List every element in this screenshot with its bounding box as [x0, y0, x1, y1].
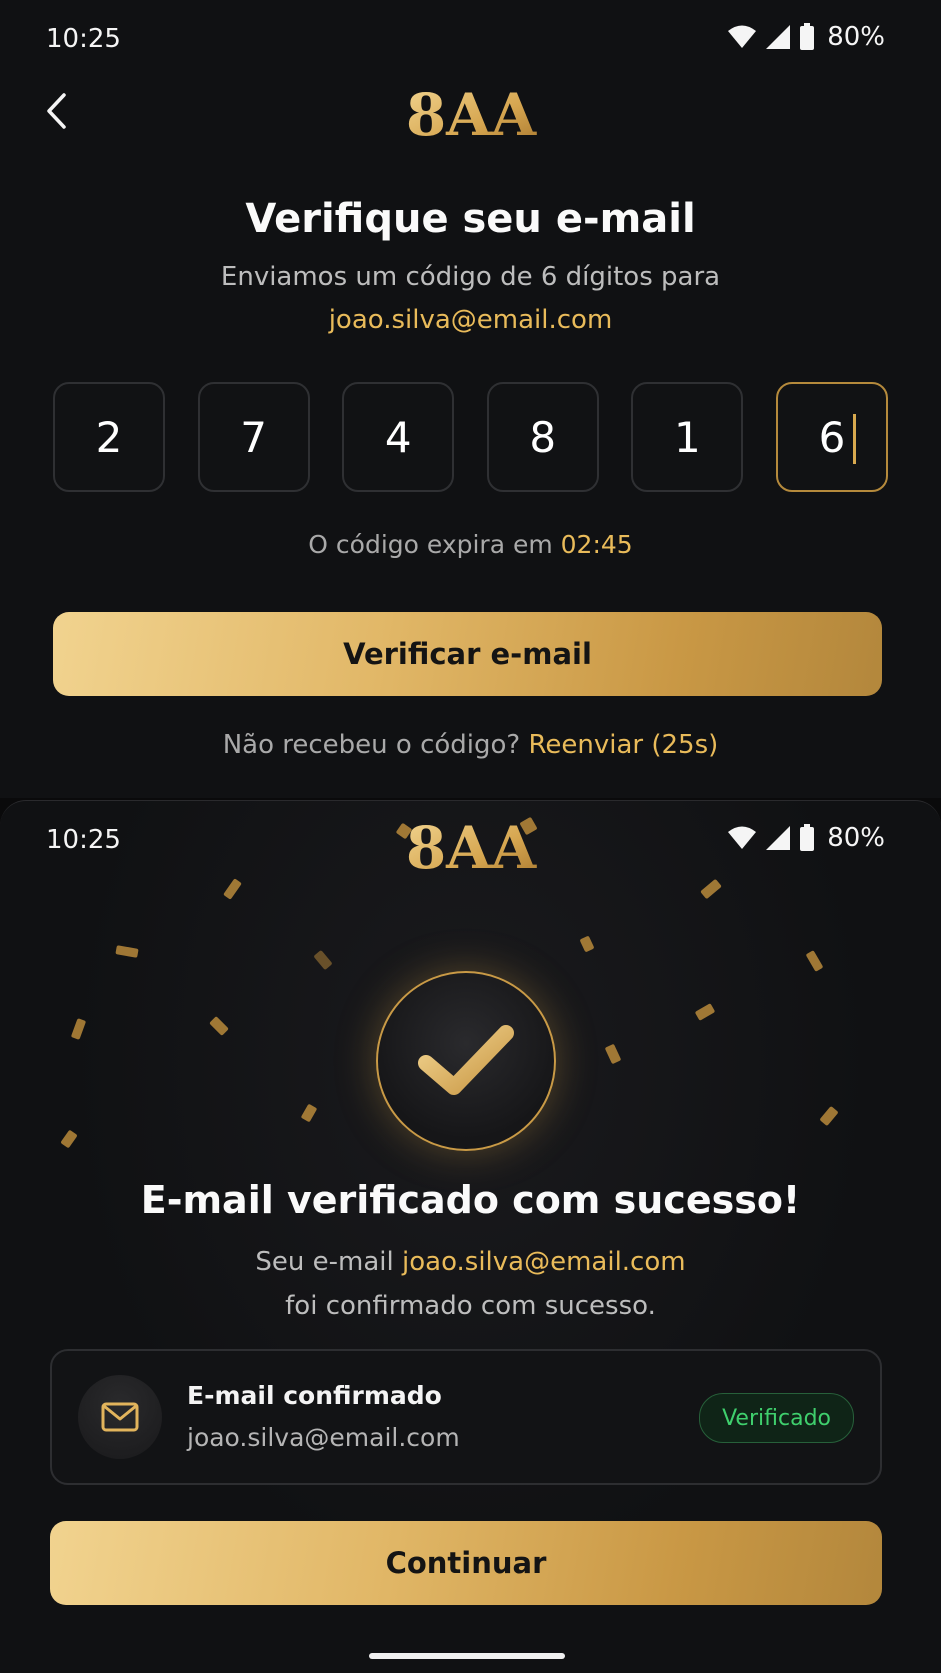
otp-digit-1[interactable]: 2: [53, 382, 165, 492]
expiry-text: O código expira em 02:45: [0, 530, 941, 559]
confetti-piece: [300, 1103, 318, 1123]
status-bar: 10:25 80%: [0, 0, 941, 80]
verify-email-screen: 10:25 80% 8AA Verifique seu e-mail Envia…: [0, 0, 941, 798]
continue-button[interactable]: Continuar: [50, 1521, 882, 1605]
brand-logo: 8AA: [405, 81, 536, 144]
resend-prompt: Não recebeu o código?: [222, 730, 521, 760]
signal-icon: [766, 25, 791, 49]
message-prefix: Seu e-mail: [255, 1247, 394, 1277]
otp-input-group: 2 7 4 8 1 6: [53, 382, 888, 492]
text-caret: [852, 414, 856, 464]
otp-digit-3[interactable]: 4: [342, 382, 455, 492]
status-time: 10:25: [46, 825, 121, 855]
status-badge: Verificado: [699, 1393, 854, 1443]
battery-percent: 80%: [827, 22, 885, 52]
checkmark-icon: [418, 1025, 514, 1095]
brand-logo: 8AA: [405, 814, 536, 877]
confetti-piece: [70, 1018, 87, 1040]
mail-icon-wrap: [78, 1375, 162, 1459]
success-badge: [376, 971, 556, 1151]
confetti-piece: [805, 950, 824, 972]
card-title: E-mail confirmado: [187, 1381, 442, 1410]
success-message-line2: foi confirmado com sucesso.: [285, 1291, 656, 1321]
otp-digit-5[interactable]: 1: [631, 382, 744, 492]
confetti-piece: [209, 1016, 229, 1036]
battery-icon: [800, 824, 815, 851]
signal-icon: [766, 826, 791, 850]
success-message-line1: Seu e-mail joao.silva@email.com: [0, 1247, 941, 1277]
email-verified-screen: 10:25 80% 8AA E-mail verificado com suce…: [0, 800, 941, 1673]
status-icons: 80%: [727, 823, 885, 853]
confetti-piece: [604, 1043, 622, 1065]
confetti-piece: [313, 949, 333, 971]
wifi-icon: [728, 25, 757, 48]
page-subtitle: Enviamos um código de 6 dígitos para: [220, 262, 721, 292]
confetti-piece: [579, 935, 595, 953]
confetti-piece: [223, 878, 242, 900]
otp-digit-6[interactable]: 6: [775, 382, 888, 492]
wifi-icon: [728, 826, 757, 849]
card-email: joao.silva@email.com: [187, 1423, 460, 1452]
confetti-piece: [115, 945, 139, 958]
confetti-piece: [694, 1003, 716, 1021]
resend-row: Não recebeu o código? Reenviar (25s): [0, 730, 941, 760]
confetti-piece: [700, 878, 722, 900]
resend-link[interactable]: Reenviar (25s): [528, 730, 718, 760]
battery-icon: [800, 23, 815, 50]
otp-digit-2[interactable]: 7: [197, 382, 310, 492]
verify-email-button[interactable]: Verificar e-mail: [53, 612, 882, 696]
home-indicator[interactable]: [369, 1653, 565, 1659]
svg-text:8AA: 8AA: [405, 814, 536, 877]
status-time: 10:25: [46, 24, 121, 54]
otp-digit-4[interactable]: 8: [486, 382, 599, 492]
otp-digit-6-value: 6: [818, 412, 846, 462]
back-arrow-icon: [47, 93, 66, 129]
battery-percent: 80%: [827, 823, 885, 853]
back-button[interactable]: [34, 88, 80, 134]
mail-icon: [101, 1402, 139, 1432]
confetti-piece: [60, 1129, 78, 1149]
expiry-prefix: O código expira em: [308, 530, 553, 559]
email-status-card: E-mail confirmado joao.silva@email.com V…: [50, 1349, 882, 1485]
svg-text:8AA: 8AA: [405, 81, 536, 144]
verified-email: joao.silva@email.com: [402, 1247, 686, 1277]
success-title: E-mail verificado com sucesso!: [140, 1178, 801, 1222]
status-icons: 80%: [727, 22, 885, 52]
confetti-piece: [819, 1105, 839, 1127]
page-title: Verifique seu e-mail: [245, 196, 696, 242]
target-email: joao.silva@email.com: [328, 305, 613, 335]
expiry-timer: 02:45: [560, 530, 633, 559]
